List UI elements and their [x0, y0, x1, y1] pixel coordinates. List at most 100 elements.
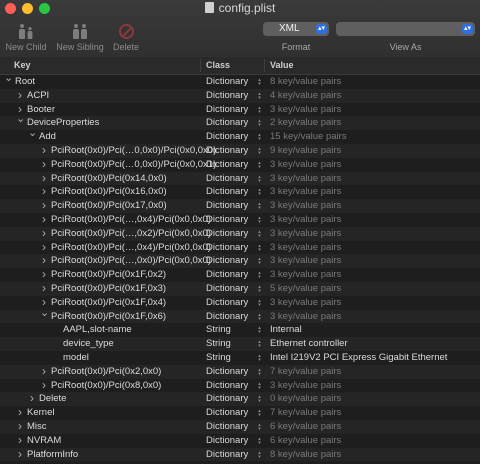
row-value[interactable]: 6 key/value pairs [270, 420, 341, 434]
row-value[interactable]: 3 key/value pairs [270, 199, 341, 213]
row-class[interactable]: Dictionary [206, 448, 248, 462]
row-key[interactable]: PciRoot(0x0)/Pci(0x17,0x0) [51, 199, 167, 213]
row-value[interactable]: 4 key/value pairs [270, 89, 341, 103]
outline-row[interactable]: model String ▴ ▾ Intel I219V2 PCI Express Gi… [0, 351, 480, 365]
disclosure-collapsed-icon[interactable]: › [16, 433, 24, 448]
row-class[interactable]: Dictionary [206, 158, 248, 172]
row-class[interactable]: Dictionary [206, 434, 248, 448]
outline-row[interactable]: device_type String ▴ ▾ Ethernet controller [0, 337, 480, 351]
row-class[interactable]: Dictionary [206, 310, 248, 324]
row-key[interactable]: DeviceProperties [27, 116, 99, 130]
disclosure-collapsed-icon[interactable]: › [40, 198, 48, 213]
row-value[interactable]: 7 key/value pairs [270, 406, 341, 420]
class-stepper-icon[interactable]: ▴ ▾ [256, 326, 263, 335]
class-stepper-icon[interactable]: ▴ ▾ [256, 188, 263, 197]
disclosure-collapsed-icon[interactable]: › [40, 212, 48, 227]
disclosure-collapsed-icon[interactable]: › [16, 419, 24, 434]
row-key[interactable]: Add [39, 130, 56, 144]
row-class[interactable]: Dictionary [206, 406, 248, 420]
outline-row[interactable]: › PciRoot(0x0)/Pci(…0,0x0)/Pci(0x0,0x0) Di… [0, 143, 480, 158]
row-class[interactable]: Dictionary [206, 172, 248, 186]
class-stepper-icon[interactable]: ▴ ▾ [256, 202, 263, 211]
class-stepper-icon[interactable]: ▴ ▾ [256, 105, 263, 114]
disclosure-collapsed-icon[interactable]: › [40, 281, 48, 296]
outline-row[interactable]: ⌄ Root Dictionary ▴ ▾ 8 key/value pairs [0, 72, 480, 89]
row-class[interactable]: Dictionary [206, 199, 248, 213]
format-select[interactable]: XML ▴▾ [263, 22, 329, 36]
class-stepper-icon[interactable]: ▴ ▾ [256, 409, 263, 418]
class-stepper-icon[interactable]: ▴ ▾ [256, 243, 263, 252]
class-stepper-icon[interactable]: ▴ ▾ [256, 312, 263, 321]
row-value[interactable]: 9 key/value pairs [270, 144, 341, 158]
row-value[interactable]: 8 key/value pairs [270, 448, 341, 462]
row-value[interactable]: 3 key/value pairs [270, 227, 341, 241]
row-key[interactable]: device_type [63, 337, 114, 351]
outline-row[interactable]: › NVRAM Dictionary ▴ ▾ 6 key/value pairs [0, 433, 480, 448]
row-class[interactable]: Dictionary [206, 130, 248, 144]
row-class[interactable]: Dictionary [206, 213, 248, 227]
disclosure-collapsed-icon[interactable]: › [40, 171, 48, 186]
class-stepper-icon[interactable]: ▴ ▾ [256, 367, 263, 376]
disclosure-collapsed-icon[interactable]: › [40, 267, 48, 282]
outline-row[interactable]: › PciRoot(0x0)/Pci(0x16,0x0) Dictionary ▴ ▾ 3… [0, 185, 480, 199]
outline-row[interactable]: › Delete Dictionary ▴ ▾ 0 key/value pairs [0, 392, 480, 407]
row-key[interactable]: PciRoot(0x0)/Pci(…,0x4)/Pci(0x0,0x0) [51, 213, 211, 227]
row-key[interactable]: PciRoot(0x0)/Pci(…0,0x0)/Pci(0x0,0x1) [51, 158, 216, 172]
outline-row[interactable]: › PciRoot(0x0)/Pci(…,0x4)/Pci(0x0,0x0) Dic… [0, 212, 480, 227]
row-value[interactable]: 8 key/value pairs [270, 75, 341, 89]
row-class[interactable]: Dictionary [206, 116, 248, 130]
row-key[interactable]: PciRoot(0x0)/Pci(…,0x4)/Pci(0x0,0x0) [51, 241, 211, 255]
disclosure-collapsed-icon[interactable]: › [40, 364, 48, 379]
row-value[interactable]: 0 key/value pairs [270, 392, 341, 406]
outline-row[interactable]: › PciRoot(0x0)/Pci(…,0x0)/Pci(0x0,0x0) Dic… [0, 254, 480, 269]
row-value[interactable]: 3 key/value pairs [270, 379, 341, 393]
class-stepper-icon[interactable]: ▴ ▾ [256, 91, 263, 100]
class-stepper-icon[interactable]: ▴ ▾ [256, 229, 263, 238]
disclosure-collapsed-icon[interactable]: › [16, 88, 24, 103]
class-stepper-icon[interactable]: ▴ ▾ [256, 78, 263, 87]
outline-row[interactable]: › PciRoot(0x0)/Pci(0x1F,0x3) Dictionary ▴ ▾ 5… [0, 281, 480, 296]
disclosure-collapsed-icon[interactable]: › [40, 185, 48, 199]
row-key[interactable]: PciRoot(0x0)/Pci(0x16,0x0) [51, 185, 167, 199]
row-key[interactable]: PciRoot(0x0)/Pci(0x1F,0x4) [51, 296, 166, 310]
outline-row[interactable]: › PciRoot(0x0)/Pci(…0,0x0)/Pci(0x0,0x1) Di… [0, 157, 480, 172]
class-stepper-icon[interactable]: ▴ ▾ [256, 174, 263, 183]
row-value[interactable]: Ethernet controller [270, 337, 348, 351]
outline-row[interactable]: AAPL,slot-name String ▴ ▾ Internal [0, 323, 480, 337]
class-stepper-icon[interactable]: ▴ ▾ [256, 133, 263, 142]
outline-row[interactable]: ⌄ DeviceProperties Dictionary ▴ ▾ 2 key/value… [0, 113, 480, 131]
row-key[interactable]: PciRoot(0x0)/Pci(0x8,0x0) [51, 379, 161, 393]
row-value[interactable]: 7 key/value pairs [270, 365, 341, 379]
row-value[interactable]: 2 key/value pairs [270, 116, 341, 130]
row-key[interactable]: ACPI [27, 89, 49, 103]
outline-row[interactable]: › PciRoot(0x0)/Pci(0x8,0x0) Dictionary ▴ ▾ 3 … [0, 378, 480, 393]
row-value[interactable]: 6 key/value pairs [270, 434, 341, 448]
row-class[interactable]: String [206, 323, 231, 337]
class-stepper-icon[interactable]: ▴ ▾ [256, 215, 263, 224]
row-class[interactable]: Dictionary [206, 254, 248, 268]
disclosure-expanded-icon[interactable]: ⌄ [4, 72, 13, 86]
disclosure-collapsed-icon[interactable]: › [40, 226, 48, 241]
column-header-value[interactable]: Value [270, 60, 294, 70]
row-key[interactable]: PciRoot(0x0)/Pci(0x14,0x0) [51, 172, 167, 186]
disclosure-collapsed-icon[interactable]: › [40, 157, 48, 172]
row-value[interactable]: 3 key/value pairs [270, 172, 341, 186]
outline-row[interactable]: › PciRoot(0x0)/Pci(0x14,0x0) Dictionary ▴ ▾ 3… [0, 171, 480, 186]
class-stepper-icon[interactable]: ▴ ▾ [256, 257, 263, 266]
class-stepper-icon[interactable]: ▴ ▾ [256, 271, 263, 280]
row-value[interactable]: 3 key/value pairs [270, 185, 341, 199]
column-header-key[interactable]: Key [14, 60, 31, 70]
disclosure-collapsed-icon[interactable]: › [16, 447, 24, 462]
outline-row[interactable]: › PciRoot(0x0)/Pci(0x1F,0x2) Dictionary ▴ ▾ 3… [0, 267, 480, 282]
row-key[interactable]: Booter [27, 103, 55, 117]
outline-row[interactable]: › ACPI Dictionary ▴ ▾ 4 key/value pairs [0, 88, 480, 103]
class-stepper-icon[interactable]: ▴ ▾ [256, 395, 263, 404]
disclosure-collapsed-icon[interactable]: › [40, 254, 48, 268]
view-as-select[interactable]: ▴▾ [336, 22, 475, 36]
row-value[interactable]: 3 key/value pairs [270, 310, 341, 324]
outline-row[interactable]: › PlatformInfo Dictionary ▴ ▾ 8 key/value pai… [0, 447, 480, 462]
row-key[interactable]: PciRoot(0x0)/Pci(…,0x2)/Pci(0x0,0x0) [51, 227, 211, 241]
outline-row[interactable]: › PciRoot(0x0)/Pci(…,0x2)/Pci(0x0,0x0) Dic… [0, 226, 480, 241]
row-class[interactable]: Dictionary [206, 392, 248, 406]
disclosure-collapsed-icon[interactable]: › [40, 143, 48, 158]
